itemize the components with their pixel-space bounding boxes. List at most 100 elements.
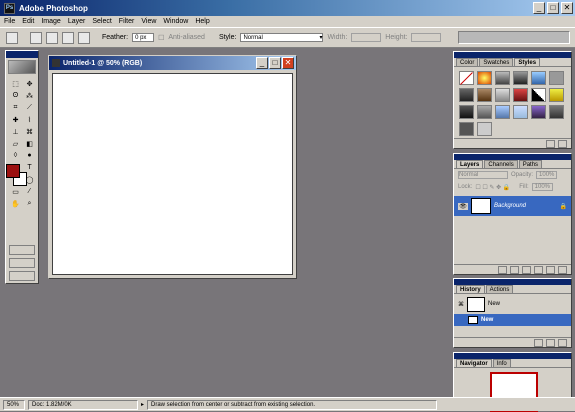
dodge-icon[interactable]: ●	[23, 150, 36, 161]
lasso-icon[interactable]: ʘ	[9, 90, 22, 101]
history-state[interactable]: New	[454, 314, 571, 326]
style-swatch[interactable]	[513, 71, 528, 85]
delete-state-button[interactable]	[558, 338, 567, 347]
history-snapshot[interactable]: ⌘ New	[454, 294, 571, 314]
jump-to-imageready-icon[interactable]	[9, 271, 35, 281]
new-layer-button[interactable]	[546, 265, 555, 274]
style-swatch[interactable]	[531, 88, 546, 102]
lock-icons[interactable]: ☐ ☐ ✎ ✥ 🔒	[475, 184, 510, 191]
opacity-input[interactable]: 100%	[536, 171, 558, 179]
eraser-icon[interactable]: ▱	[9, 138, 22, 149]
layer-style-button[interactable]	[498, 265, 507, 274]
layer-row-background[interactable]: 👁 Background 🔒	[454, 196, 571, 216]
fill-input[interactable]: 100%	[531, 183, 553, 191]
eyedropper-icon[interactable]: ⁄	[23, 186, 36, 197]
new-style-button[interactable]	[546, 139, 555, 148]
style-swatch[interactable]	[531, 105, 546, 119]
menu-filter[interactable]: Filter	[119, 18, 135, 25]
layer-mask-button[interactable]	[510, 265, 519, 274]
maximize-button[interactable]: □	[547, 2, 559, 14]
marquee-icon[interactable]: ⬚	[9, 78, 22, 89]
style-select[interactable]: Normal ▾	[240, 33, 324, 42]
gradient-icon[interactable]: ◧	[23, 138, 36, 149]
tab-styles[interactable]: Styles	[514, 58, 541, 66]
snapshot-button[interactable]	[546, 338, 555, 347]
slice-icon[interactable]: ⟋	[23, 102, 36, 113]
notes-icon[interactable]: ▭	[9, 186, 22, 197]
new-set-button[interactable]	[522, 265, 531, 274]
delete-style-button[interactable]	[558, 139, 567, 148]
subtract-selection-icon[interactable]	[62, 31, 74, 44]
menu-edit[interactable]: Edit	[22, 18, 34, 25]
style-swatch[interactable]	[531, 71, 546, 85]
style-swatch[interactable]	[495, 105, 510, 119]
menu-image[interactable]: Image	[41, 18, 60, 25]
doc-minimize-button[interactable]: _	[256, 57, 268, 69]
history-brush-source-icon[interactable]: ⌘	[458, 301, 464, 308]
zoom-icon[interactable]: ⌕	[23, 198, 36, 209]
marquee-tool-icon[interactable]	[6, 31, 18, 44]
add-selection-icon[interactable]	[46, 31, 58, 44]
style-swatch[interactable]	[459, 88, 474, 102]
tab-swatches[interactable]: Swatches	[479, 58, 514, 66]
style-swatch[interactable]	[513, 88, 528, 102]
tab-actions[interactable]: Actions	[485, 285, 514, 293]
tab-color[interactable]: Color	[456, 58, 479, 66]
style-swatch[interactable]	[549, 88, 564, 102]
status-arrow-icon[interactable]: ▸	[141, 401, 144, 408]
adjustment-layer-button[interactable]	[534, 265, 543, 274]
menu-select[interactable]: Select	[92, 18, 111, 25]
style-swatch[interactable]	[495, 88, 510, 102]
menu-window[interactable]: Window	[163, 18, 188, 25]
delete-layer-button[interactable]	[558, 265, 567, 274]
style-swatch[interactable]	[477, 71, 492, 85]
style-swatch[interactable]	[459, 105, 474, 119]
crop-icon[interactable]: ⌗	[9, 102, 22, 113]
blur-icon[interactable]: ◊	[9, 150, 22, 161]
history-brush-icon[interactable]: ⌘	[23, 126, 36, 137]
eye-icon[interactable]: 👁	[458, 202, 468, 210]
zoom-field[interactable]: 50%	[3, 399, 25, 410]
doc-close-button[interactable]: ✕	[282, 57, 294, 69]
menu-view[interactable]: View	[141, 18, 156, 25]
new-selection-icon[interactable]	[30, 31, 42, 44]
style-swatch[interactable]	[459, 71, 474, 85]
minimize-button[interactable]: _	[533, 2, 545, 14]
image-canvas[interactable]	[52, 73, 293, 275]
tab-paths[interactable]: Paths	[518, 160, 543, 168]
style-swatch[interactable]	[513, 105, 528, 119]
tab-navigator[interactable]: Navigator	[456, 359, 492, 367]
menu-help[interactable]: Help	[195, 18, 209, 25]
menu-file[interactable]: File	[4, 18, 15, 25]
quickmask-modes[interactable]	[9, 245, 35, 255]
brush-icon[interactable]: ⌇	[23, 114, 36, 125]
toolbox-header[interactable]	[6, 51, 38, 58]
style-swatch[interactable]	[477, 88, 492, 102]
close-button[interactable]: ✕	[561, 2, 573, 14]
menu-layer[interactable]: Layer	[68, 18, 86, 25]
intersect-selection-icon[interactable]	[78, 31, 90, 44]
tab-info[interactable]: Info	[492, 359, 511, 367]
style-swatch[interactable]	[549, 105, 564, 119]
tab-layers[interactable]: Layers	[456, 160, 484, 168]
magic-wand-icon[interactable]: ⁂	[23, 90, 36, 101]
new-document-button[interactable]	[534, 338, 543, 347]
tab-history[interactable]: History	[456, 285, 485, 293]
antialiased-checkbox[interactable]: ☐	[158, 34, 164, 42]
move-icon[interactable]: ✥	[23, 78, 36, 89]
stamp-icon[interactable]: ⊥	[9, 126, 22, 137]
style-swatch[interactable]	[549, 71, 564, 85]
screen-modes[interactable]	[9, 258, 35, 268]
palette-well[interactable]	[458, 31, 570, 44]
hand-icon[interactable]: ✋	[9, 198, 22, 209]
style-swatch[interactable]	[477, 122, 492, 136]
style-swatch[interactable]	[459, 122, 474, 136]
style-swatch[interactable]	[495, 71, 510, 85]
tab-channels[interactable]: Channels	[484, 160, 518, 168]
style-swatch[interactable]	[477, 105, 492, 119]
blend-mode-select[interactable]: Normal	[458, 171, 508, 179]
feather-input[interactable]: 0 px	[132, 33, 155, 42]
adobe-online-icon[interactable]	[8, 60, 36, 74]
doc-maximize-button[interactable]: □	[269, 57, 281, 69]
healing-icon[interactable]: ✚	[9, 114, 22, 125]
